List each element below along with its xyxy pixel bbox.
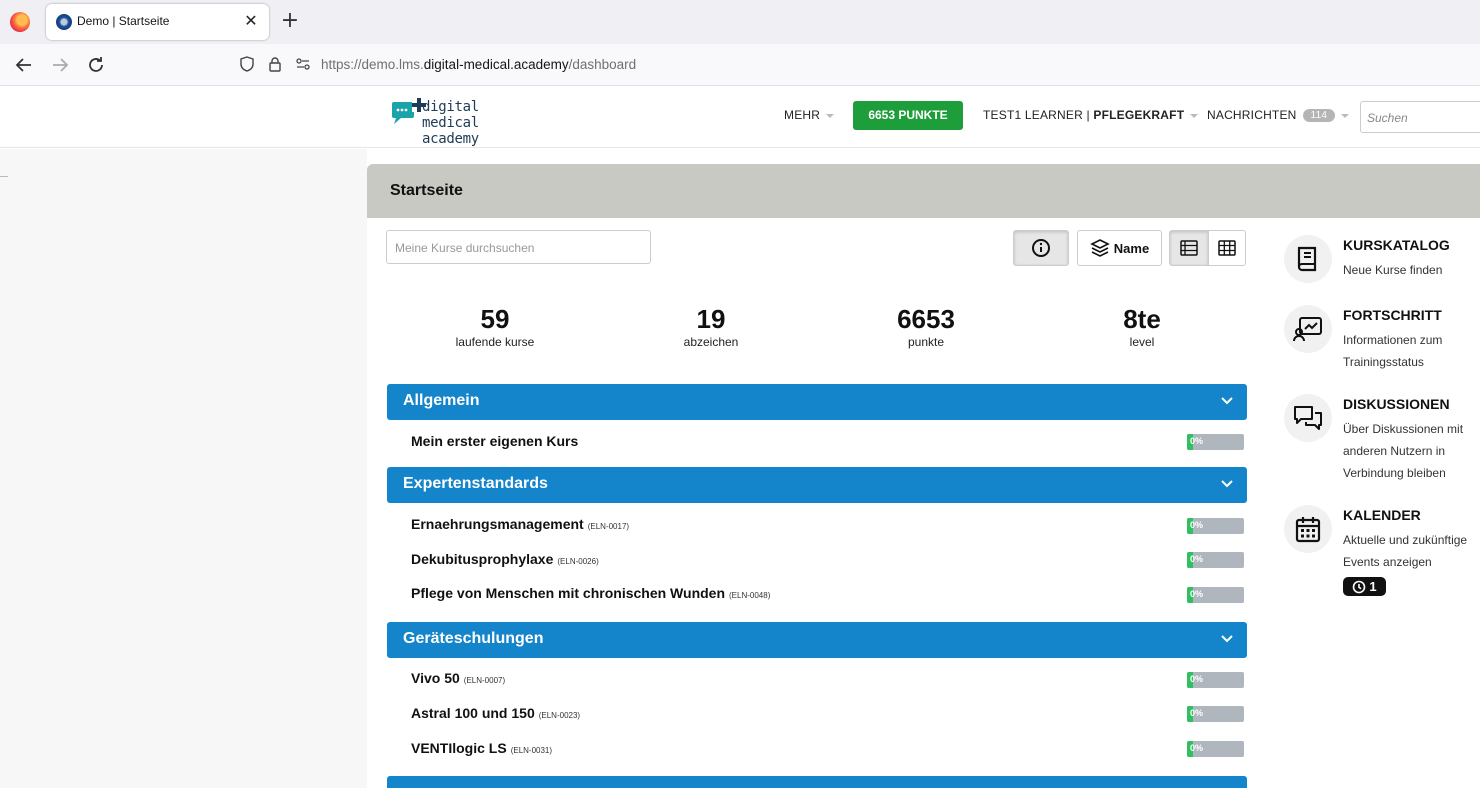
chevron-down-icon: [1221, 635, 1233, 643]
stat-level: 8te level: [1123, 304, 1161, 349]
chevron-down-icon: [1221, 480, 1233, 488]
menu-more[interactable]: MEHR: [784, 108, 835, 122]
chat-icon: [1294, 406, 1322, 430]
course-progress: 0%: [1187, 706, 1244, 722]
browser-tabbar: Demo | Startseite ✕ +: [0, 0, 1480, 44]
logo-line-2: medical academy: [422, 115, 479, 147]
site-favicon-icon: [56, 14, 72, 30]
course-item[interactable]: VENTIlogic LS (ELN-0031): [411, 740, 552, 756]
tab-title: Demo | Startseite: [77, 14, 170, 28]
address-bar[interactable]: https://demo.lms.digital-medical.academy…: [321, 57, 636, 72]
sort-name-button[interactable]: Name: [1077, 230, 1162, 266]
logo-line-1: digital: [422, 99, 479, 115]
book-icon: [1297, 246, 1317, 272]
lock-icon[interactable]: [266, 55, 284, 73]
logo-mark-icon: [392, 98, 426, 124]
messages-count-badge: 114: [1302, 109, 1336, 122]
new-tab-icon[interactable]: +: [279, 10, 301, 32]
shield-icon[interactable]: [238, 55, 256, 73]
course-item[interactable]: Pflege von Menschen mit chronischen Wund…: [411, 585, 770, 601]
list-view-button[interactable]: [1169, 230, 1209, 266]
page-title: Startseite: [390, 182, 463, 199]
info-icon: [1032, 239, 1050, 257]
clock-icon: [1353, 580, 1366, 593]
user-menu[interactable]: TEST1 LEARNER | PFLEGEKRAFT: [983, 108, 1199, 122]
permissions-icon[interactable]: [294, 55, 312, 73]
caret-down-icon: [826, 113, 835, 118]
course-item[interactable]: Mein erster eigenen Kurs: [411, 433, 578, 449]
category-next[interactable]: [387, 776, 1247, 788]
browser-navbar: https://demo.lms.digital-medical.academy…: [0, 44, 1480, 86]
stat-courses: 59 laufende kurse: [455, 304, 535, 349]
forward-icon[interactable]: [48, 53, 72, 77]
site-logo[interactable]: digital medical academy: [392, 98, 527, 147]
grid-view-icon: [1218, 240, 1236, 256]
site-header: digital medical academy MEHR 6653 PUNKTE…: [0, 86, 1480, 148]
info-button[interactable]: [1013, 230, 1069, 266]
layers-icon: [1089, 239, 1110, 257]
course-progress: 0%: [1187, 587, 1244, 603]
category-allgemein[interactable]: Allgemein: [387, 384, 1247, 420]
close-tab-icon[interactable]: ✕: [241, 11, 261, 31]
course-progress: 0%: [1187, 672, 1244, 688]
stat-points: 6653 punkte: [897, 304, 955, 349]
list-view-icon: [1180, 240, 1198, 256]
course-item[interactable]: Dekubitusprophylaxe (ELN-0026): [411, 551, 599, 567]
left-background: [0, 149, 367, 788]
reload-icon[interactable]: [84, 53, 108, 77]
caret-down-icon: [1190, 113, 1199, 118]
course-item[interactable]: Vivo 50 (ELN-0007): [411, 670, 505, 686]
stat-badges: 19 abzeichen: [683, 304, 739, 349]
course-progress: 0%: [1187, 434, 1244, 450]
course-progress: 0%: [1187, 518, 1244, 534]
browser-tab[interactable]: Demo | Startseite ✕: [46, 4, 269, 40]
calendar-events-badge[interactable]: 1: [1343, 577, 1386, 596]
messages-menu[interactable]: NACHRICHTEN 114: [1207, 108, 1350, 122]
calendar-icon: [1295, 517, 1321, 543]
sort-label: Name: [1113, 240, 1150, 256]
course-progress: 0%: [1187, 552, 1244, 568]
site-search-input[interactable]: Suchen: [1360, 101, 1480, 133]
grid-view-button[interactable]: [1208, 230, 1246, 266]
chevron-down-icon: [1221, 397, 1233, 405]
course-progress: 0%: [1187, 741, 1244, 757]
card-header: Startseite: [367, 164, 1480, 218]
category-expertenstandards[interactable]: Expertenstandards: [387, 467, 1247, 503]
course-item[interactable]: Ernaehrungsmanagement (ELN-0017): [411, 516, 629, 532]
points-button[interactable]: 6653 PUNKTE: [853, 101, 963, 130]
course-search-input[interactable]: Meine Kurse durchsuchen: [386, 230, 651, 264]
category-geraeteschulungen[interactable]: Geräteschulungen: [387, 622, 1247, 658]
progress-chart-icon: [1293, 317, 1322, 342]
caret-down-icon: [1341, 113, 1350, 118]
back-icon[interactable]: [12, 53, 36, 77]
course-item[interactable]: Astral 100 und 150 (ELN-0023): [411, 705, 580, 721]
firefox-icon[interactable]: [10, 12, 30, 32]
